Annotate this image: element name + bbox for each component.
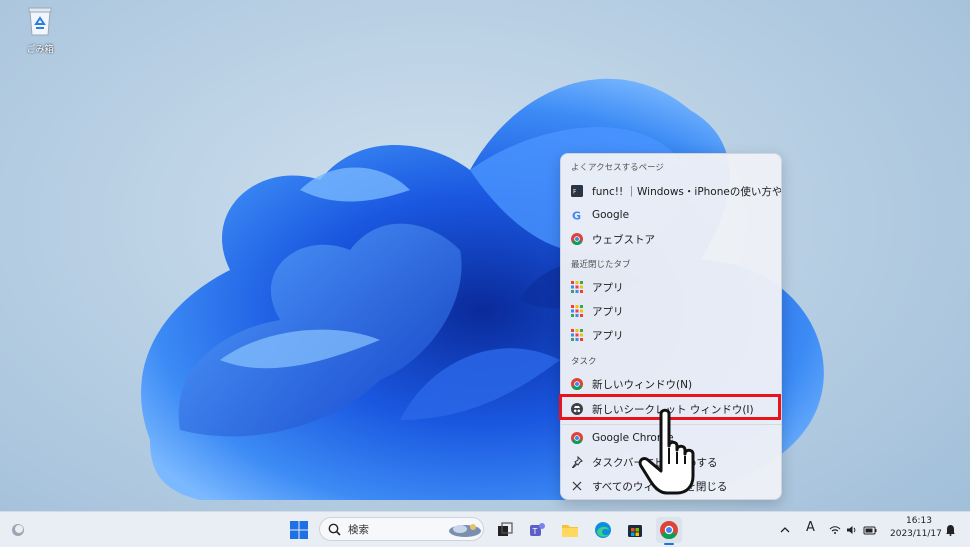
- section-header-frequent: よくアクセスするページ: [571, 163, 664, 173]
- apps-grid-icon: [571, 329, 583, 341]
- google-icon: G: [571, 209, 583, 222]
- jump-item-apps-1[interactable]: アプリ: [561, 276, 781, 298]
- jump-item-webstore[interactable]: ウェブストア: [561, 228, 781, 250]
- chevron-up-icon: [780, 527, 790, 533]
- bell-icon: [945, 525, 955, 536]
- teams-button[interactable]: T: [524, 517, 550, 543]
- jump-item-apps-3[interactable]: アプリ: [561, 324, 781, 346]
- apps-grid-icon: [571, 281, 583, 293]
- jump-item-google[interactable]: G Google: [561, 204, 781, 226]
- widgets-icon: [12, 524, 24, 536]
- quick-settings-button[interactable]: [826, 517, 880, 543]
- clock-date[interactable]: 2023/11/17: [890, 529, 942, 539]
- teams-icon: T: [530, 523, 545, 536]
- clock-time[interactable]: 16:13: [906, 516, 932, 526]
- chrome-icon: [571, 233, 583, 245]
- task-view-icon: [498, 522, 513, 536]
- recycle-bin-icon: [28, 7, 52, 36]
- func-site-icon: F: [571, 185, 583, 197]
- jump-item-label: Google: [592, 209, 630, 221]
- jump-item-label: アプリ: [592, 305, 624, 318]
- notifications-button[interactable]: [940, 517, 960, 543]
- section-header-recent: 最近閉じたタブ: [571, 260, 631, 270]
- store-button[interactable]: [622, 517, 648, 543]
- active-app-indicator: [664, 543, 674, 545]
- svg-text:T: T: [532, 527, 538, 536]
- jump-item-label: アプリ: [592, 329, 624, 342]
- chrome-icon: [660, 521, 678, 539]
- jump-item-apps-2[interactable]: アプリ: [561, 300, 781, 322]
- file-explorer-button[interactable]: [557, 517, 583, 543]
- battery-icon: [863, 526, 877, 535]
- wallpaper: [141, 78, 824, 500]
- store-icon: [628, 525, 642, 537]
- tray-overflow-button[interactable]: [775, 517, 795, 543]
- jump-item-func[interactable]: F func!! ｜Windows・iPhoneの使い方や...: [561, 180, 781, 202]
- widgets-button[interactable]: [5, 517, 31, 543]
- jump-item-new-window[interactable]: 新しいウィンドウ(N): [561, 373, 781, 395]
- search-placeholder: 検索: [348, 524, 369, 536]
- jump-item-label: func!! ｜Windows・iPhoneの使い方や...: [592, 185, 781, 198]
- wifi-icon: [829, 526, 841, 534]
- edge-icon: [595, 522, 611, 538]
- ime-indicator[interactable]: A: [806, 520, 815, 535]
- svg-text:F: F: [573, 189, 577, 196]
- recycle-bin-shortcut[interactable]: ごみ箱: [20, 6, 60, 55]
- svg-text:G: G: [572, 210, 581, 222]
- chrome-taskbar-button[interactable]: [656, 517, 682, 545]
- jump-item-label: 新しいウィンドウ(N): [592, 378, 693, 391]
- chrome-icon: [571, 432, 583, 444]
- pin-icon: [571, 456, 583, 468]
- folder-icon: [562, 525, 578, 537]
- volume-icon: [847, 526, 856, 534]
- edge-button[interactable]: [590, 517, 616, 543]
- jump-item-label: アプリ: [592, 281, 624, 294]
- incognito-icon: [571, 403, 583, 415]
- task-view-button[interactable]: [492, 517, 518, 543]
- apps-grid-icon: [571, 305, 583, 317]
- hand-cursor-icon: [638, 408, 695, 495]
- section-header-tasks: タスク: [571, 357, 597, 367]
- windows-start-icon: [290, 521, 308, 539]
- start-button[interactable]: [286, 517, 312, 543]
- search-icon: [328, 523, 341, 536]
- taskbar: 検索 T A 16:13 2023/11/17: [0, 511, 970, 547]
- taskbar-search-box[interactable]: 検索: [319, 517, 484, 541]
- jump-item-label: ウェブストア: [592, 233, 655, 246]
- recycle-bin-label: ごみ箱: [26, 45, 54, 55]
- close-icon: [571, 480, 583, 492]
- chrome-icon: [571, 378, 583, 390]
- search-highlight-icon: [449, 524, 481, 537]
